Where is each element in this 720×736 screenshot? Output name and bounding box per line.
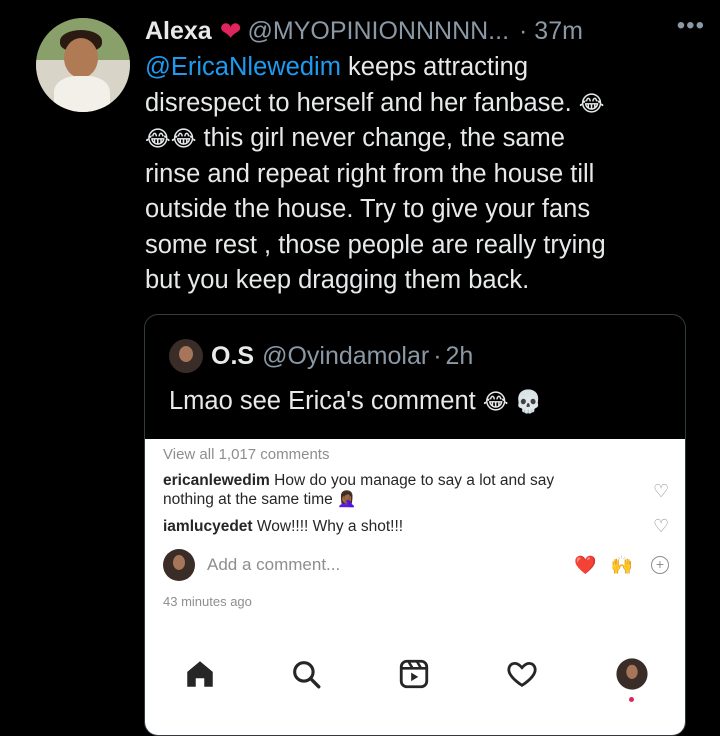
tweet-body: @EricaNlewedim keeps attracting disrespe… — [145, 50, 685, 299]
comment-item: iamlucyedet Wow!!!! Why a shot!!! — [163, 518, 404, 535]
post-time-ago: 43 minutes ago — [163, 594, 252, 609]
add-comment-input[interactable]: Add a comment... — [207, 555, 560, 575]
more-options-icon[interactable]: ••• — [677, 12, 705, 40]
quote-body: Lmao see Erica's comment 😂 💀 — [169, 387, 543, 415]
add-comment-row: Add a comment... ❤️ 🙌 + — [163, 547, 669, 583]
comment-username[interactable]: iamlucyedet — [163, 518, 253, 535]
heart-emoji-button[interactable]: ❤️ — [574, 555, 596, 576]
quote-header: O.S @Oyindamolar · 2h — [169, 339, 473, 373]
tweet-header: Alexa ❤ @MYOPINIONNNNN... · 37m ••• — [145, 12, 705, 50]
quote-time[interactable]: 2h — [446, 342, 474, 371]
laughing-emoji: 😂😂 — [145, 126, 197, 152]
comment-username[interactable]: ericanlewedim — [163, 472, 270, 489]
reels-icon[interactable] — [397, 657, 431, 691]
tweet-line: but you keep dragging them back. — [145, 266, 530, 294]
notification-dot — [629, 697, 634, 702]
comment-item: ericanlewedim How do you manage to say a… — [163, 472, 555, 508]
tweet-time[interactable]: · 37m — [519, 17, 583, 46]
comment-like-heart-icon[interactable]: ♡ — [653, 517, 669, 535]
facepalm-emoji: 🤦🏾‍♀️ — [337, 491, 357, 508]
view-all-comments[interactable]: View all 1,017 comments — [163, 446, 329, 463]
laughing-emoji: 😂 — [578, 90, 605, 116]
tweet-line: outside the house. Try to give your fans — [145, 195, 591, 223]
current-user-avatar — [163, 549, 195, 581]
tweet-line: disrespect to herself and her fanbase. 😂 — [145, 88, 605, 117]
profile-avatar-icon[interactable] — [615, 657, 649, 691]
tweet-line: @EricaNlewedim keeps attracting — [145, 53, 529, 81]
author-avatar[interactable] — [36, 18, 130, 112]
instagram-screenshot: View all 1,017 comments ericanlewedim Ho… — [145, 439, 685, 735]
comment-like-heart-icon[interactable]: ♡ — [653, 482, 669, 500]
separator-dot: · — [433, 341, 442, 370]
tweet-line: rinse and repeat right from the house ti… — [145, 159, 595, 188]
mention-link[interactable]: @EricaNlewedim — [145, 53, 341, 81]
author-name[interactable]: Alexa — [145, 17, 212, 46]
instagram-tab-bar — [145, 645, 685, 705]
quoted-tweet-card[interactable]: O.S @Oyindamolar · 2h Lmao see Erica's c… — [144, 314, 686, 736]
quote-author-handle[interactable]: @Oyindamolar — [262, 342, 429, 371]
quote-author-avatar[interactable] — [169, 339, 203, 373]
quote-author-name[interactable]: O.S — [211, 342, 254, 371]
activity-heart-icon[interactable] — [505, 657, 539, 691]
laughing-skull-emoji: 😂 💀 — [482, 389, 543, 415]
search-icon[interactable] — [289, 657, 323, 691]
tweet-line: some rest , those people are really tryi… — [145, 230, 606, 259]
home-icon[interactable] — [183, 657, 217, 691]
heart-icon: ❤ — [219, 15, 242, 46]
tweet-line: 😂😂 this girl never change, the same — [145, 124, 565, 152]
raised-hands-emoji-button[interactable]: 🙌 — [611, 555, 633, 576]
add-icon[interactable]: + — [651, 556, 669, 574]
author-handle[interactable]: @MYOPINIONNNNN... — [248, 17, 510, 46]
